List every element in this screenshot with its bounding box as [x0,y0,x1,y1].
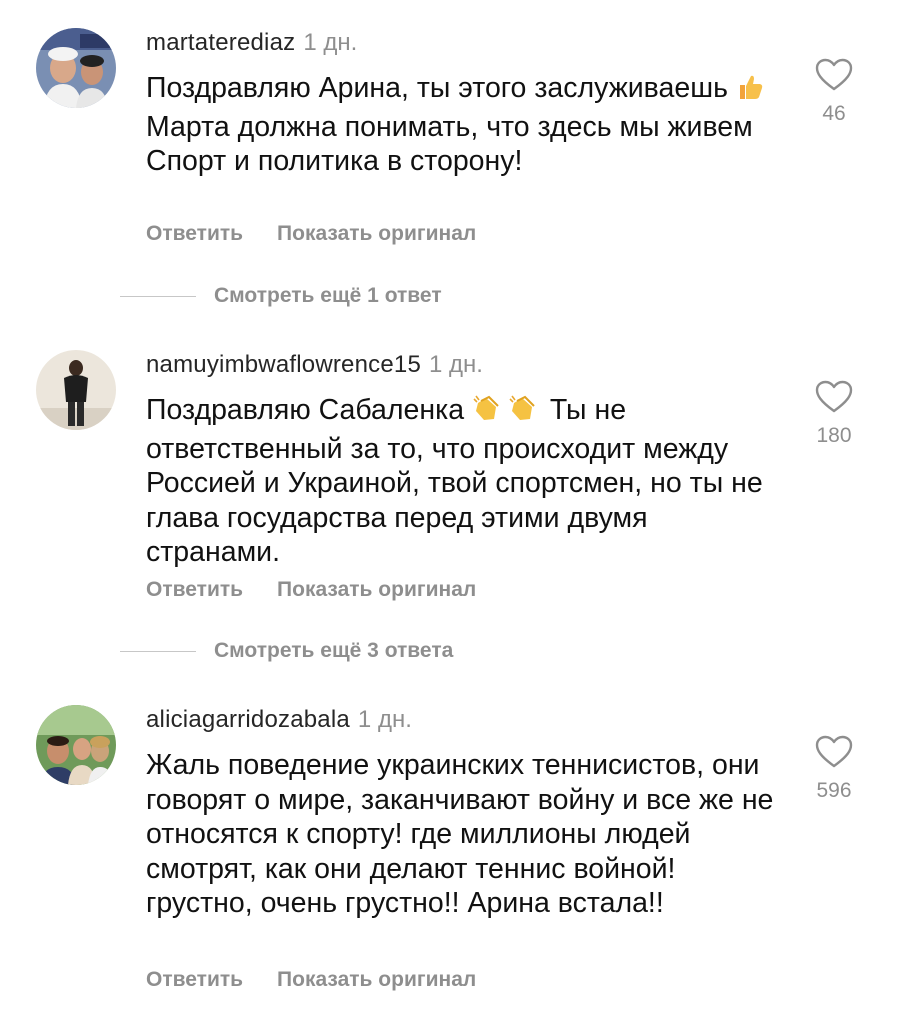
view-replies-label: Смотреть ещё 1 ответ [214,284,442,307]
divider-line [120,650,196,652]
timestamp: 1 дн. [357,706,412,733]
avatar[interactable] [36,705,116,785]
comment-text-part: Марта должна понимать, что здесь мы живе… [146,110,753,178]
like-control: 180 [808,380,860,448]
comment-meta: namuyimbwaflowrence15 1 дн. [146,350,483,380]
like-count: 180 [816,424,852,447]
timestamp: 1 дн. [429,351,483,378]
heart-outline-icon[interactable] [815,380,853,414]
comment-actions: Ответить Показать оригинал [146,968,476,992]
like-control: 46 [808,58,860,126]
view-replies-button[interactable]: Смотреть ещё 3 ответа [120,639,453,663]
view-replies-label: Смотреть ещё 3 ответа [214,639,454,662]
avatar[interactable] [36,28,116,108]
comment-text-part: Поздравляю Сабаленка [146,394,472,426]
comment-meta: martaterediaz 1 дн. [146,28,357,58]
timestamp: 1 дн. [303,29,358,56]
comment-text-part: Поздравляю Арина, ты этого заслуживаешь [146,72,736,104]
view-replies-button[interactable]: Смотреть ещё 1 ответ [120,284,442,308]
like-count: 596 [816,779,852,802]
heart-outline-icon[interactable] [815,735,853,769]
comment-actions: Ответить Показать оригинал [146,222,476,246]
clapping-hands-emoji [472,395,542,432]
comment-text: Жаль поведение украинских теннисистов, о… [146,749,774,919]
avatar[interactable] [36,350,116,430]
username[interactable]: aliciagarridozabala [146,706,350,733]
comment-meta: aliciagarridozabala 1 дн. [146,705,412,735]
heart-outline-icon[interactable] [815,58,853,92]
reply-button[interactable]: Ответить [146,578,243,601]
divider-line [120,295,196,297]
username[interactable]: martaterediaz [146,29,295,56]
comment-actions: Ответить Показать оригинал [146,578,476,602]
show-original-button[interactable]: Показать оригинал [277,578,476,601]
like-control: 596 [808,735,860,803]
thumbs-up-emoji [736,73,764,110]
like-count: 46 [822,102,846,125]
comment-text: Поздравляю Арина, ты этого заслуживаешь … [146,71,786,179]
reply-button[interactable]: Ответить [146,222,243,245]
reply-button[interactable]: Ответить [146,968,243,991]
comment-text: Поздравляю Сабаленка Ты не ответственный… [146,393,786,570]
show-original-button[interactable]: Показать оригинал [277,968,476,991]
show-original-button[interactable]: Показать оригинал [277,222,476,245]
username[interactable]: namuyimbwaflowrence15 [146,351,421,378]
